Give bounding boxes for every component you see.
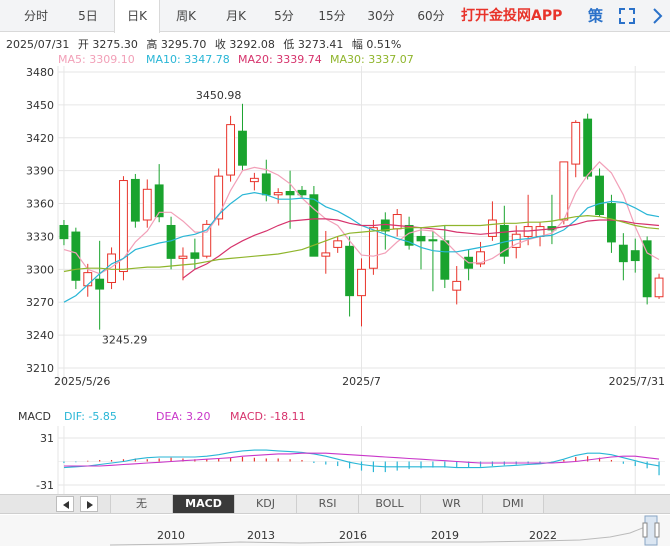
overview-handle-right[interactable] bbox=[654, 522, 660, 538]
tab-monthly-k[interactable]: 月K bbox=[212, 0, 260, 32]
candle[interactable] bbox=[452, 266, 462, 305]
candle[interactable] bbox=[571, 120, 581, 178]
candle[interactable] bbox=[249, 172, 259, 191]
max-price-label: 3450.98 bbox=[196, 89, 242, 102]
overview-year-2022: 2022 bbox=[529, 529, 557, 542]
candle[interactable] bbox=[59, 220, 69, 246]
overview-navigator[interactable]: 2010 2013 2016 2019 2022 bbox=[0, 515, 670, 546]
candle[interactable] bbox=[583, 113, 593, 180]
candle[interactable] bbox=[654, 273, 664, 299]
candle[interactable] bbox=[154, 164, 164, 223]
candle[interactable] bbox=[368, 220, 378, 275]
overview-year-2010: 2010 bbox=[157, 529, 185, 542]
indicator-boll[interactable]: BOLL bbox=[358, 495, 420, 513]
y-tick-label: 3210 bbox=[26, 362, 54, 375]
open-app-link[interactable]: 打开金投网APP bbox=[461, 0, 562, 32]
tab-5day[interactable]: 5日 bbox=[62, 0, 114, 32]
overview-year-2013: 2013 bbox=[247, 529, 275, 542]
macd-title: MACD bbox=[18, 410, 51, 423]
ma-legend-ma10: MA10: 3347.78 bbox=[146, 53, 230, 66]
candle[interactable] bbox=[130, 173, 140, 228]
candle[interactable] bbox=[333, 236, 343, 253]
y-tick-label: 3450 bbox=[26, 99, 54, 112]
x-tick-label: 2025/5/26 bbox=[54, 375, 110, 388]
overview-handle-left[interactable] bbox=[642, 522, 648, 538]
overview-year-2016: 2016 bbox=[339, 529, 367, 542]
chevron-right-icon[interactable] bbox=[647, 6, 667, 26]
y-tick-label: 3270 bbox=[26, 296, 54, 309]
tab-15min[interactable]: 15分 bbox=[308, 0, 356, 32]
candle[interactable] bbox=[392, 209, 402, 237]
y-tick-label: 3360 bbox=[26, 198, 54, 211]
candle[interactable] bbox=[380, 212, 390, 250]
overview-year-2019: 2019 bbox=[431, 529, 459, 542]
candle[interactable] bbox=[297, 186, 307, 199]
candle[interactable] bbox=[357, 258, 366, 327]
candle[interactable] bbox=[464, 249, 474, 281]
candle[interactable] bbox=[238, 103, 247, 171]
period-tab-bar: 分时 5日 日K 周K 月K 5分 15分 30分 60分 打开金投网APP 策 bbox=[0, 0, 670, 33]
macd-bottom-tick: -31 bbox=[36, 479, 54, 492]
candle[interactable] bbox=[321, 230, 331, 274]
fullscreen-icon[interactable] bbox=[617, 6, 637, 26]
candle[interactable] bbox=[273, 188, 283, 204]
y-tick-label: 3390 bbox=[26, 165, 54, 178]
tab-30min[interactable]: 30分 bbox=[356, 0, 406, 32]
macd-value: MACD: -18.11 bbox=[230, 410, 306, 423]
candle[interactable] bbox=[119, 176, 128, 281]
ma-legend-ma30: MA30: 3337.07 bbox=[330, 53, 414, 66]
y-tick-label: 3330 bbox=[26, 230, 54, 243]
y-tick-label: 3300 bbox=[26, 263, 54, 276]
candle[interactable] bbox=[345, 236, 355, 317]
scroll-right-button[interactable] bbox=[80, 496, 98, 512]
tab-60min[interactable]: 60分 bbox=[406, 0, 456, 32]
candle[interactable] bbox=[607, 194, 616, 253]
candle[interactable] bbox=[166, 216, 176, 270]
candle[interactable] bbox=[595, 168, 604, 217]
min-price-label: 3245.29 bbox=[102, 333, 148, 346]
candle[interactable] bbox=[440, 225, 450, 288]
candle[interactable] bbox=[499, 205, 509, 264]
x-tick-label: 2025/7 bbox=[342, 375, 381, 388]
candle[interactable] bbox=[618, 233, 628, 281]
tab-daily-k[interactable]: 日K bbox=[114, 0, 160, 33]
indicator-kdj[interactable]: KDJ bbox=[234, 495, 296, 513]
macd-top-tick: 31 bbox=[40, 432, 54, 445]
indicator-macd[interactable]: MACD bbox=[172, 495, 234, 513]
triangle-left-icon bbox=[63, 501, 69, 509]
tab-weekly-k[interactable]: 周K bbox=[160, 0, 212, 32]
indicator-wr[interactable]: WR bbox=[420, 495, 482, 513]
macd-chart: MACD DIF: -5.85 DEA: 3.20 MACD: -18.11 3… bbox=[18, 410, 665, 494]
macd-dif: DIF: -5.85 bbox=[64, 410, 117, 423]
ma-legend-ma20: MA20: 3339.74 bbox=[238, 53, 322, 66]
indicator-bar: 无 MACD KDJ RSI BOLL WR DMI bbox=[0, 494, 670, 514]
candle[interactable] bbox=[428, 230, 438, 292]
y-tick-label: 3240 bbox=[26, 329, 54, 342]
y-tick-label: 3480 bbox=[26, 66, 54, 79]
macd-dea: DEA: 3.20 bbox=[156, 410, 210, 423]
candlestick-chart[interactable]: MA5: 3309.10 MA10: 3347.78 MA20: 3339.74 MA… bbox=[0, 48, 670, 406]
tab-intraday[interactable]: 分时 bbox=[10, 0, 62, 32]
candle[interactable] bbox=[71, 227, 81, 290]
candle[interactable] bbox=[95, 240, 105, 330]
triangle-right-icon bbox=[87, 501, 93, 509]
candle[interactable] bbox=[226, 115, 236, 182]
candle[interactable] bbox=[630, 238, 640, 273]
candle[interactable] bbox=[535, 222, 545, 247]
ma-legend-ma5: MA5: 3309.10 bbox=[58, 53, 135, 66]
scroll-left-button[interactable] bbox=[56, 496, 74, 512]
candle[interactable] bbox=[142, 179, 152, 228]
indicator-dmi[interactable]: DMI bbox=[482, 495, 544, 513]
policy-button[interactable]: 策 bbox=[588, 0, 603, 32]
candle[interactable] bbox=[487, 201, 497, 241]
y-tick-label: 3420 bbox=[26, 132, 54, 145]
indicator-rsi[interactable]: RSI bbox=[296, 495, 358, 513]
candle[interactable] bbox=[214, 168, 224, 226]
indicator-none[interactable]: 无 bbox=[110, 495, 172, 513]
tab-5min[interactable]: 5分 bbox=[260, 0, 308, 32]
x-tick-label: 2025/7/31 bbox=[609, 375, 665, 388]
